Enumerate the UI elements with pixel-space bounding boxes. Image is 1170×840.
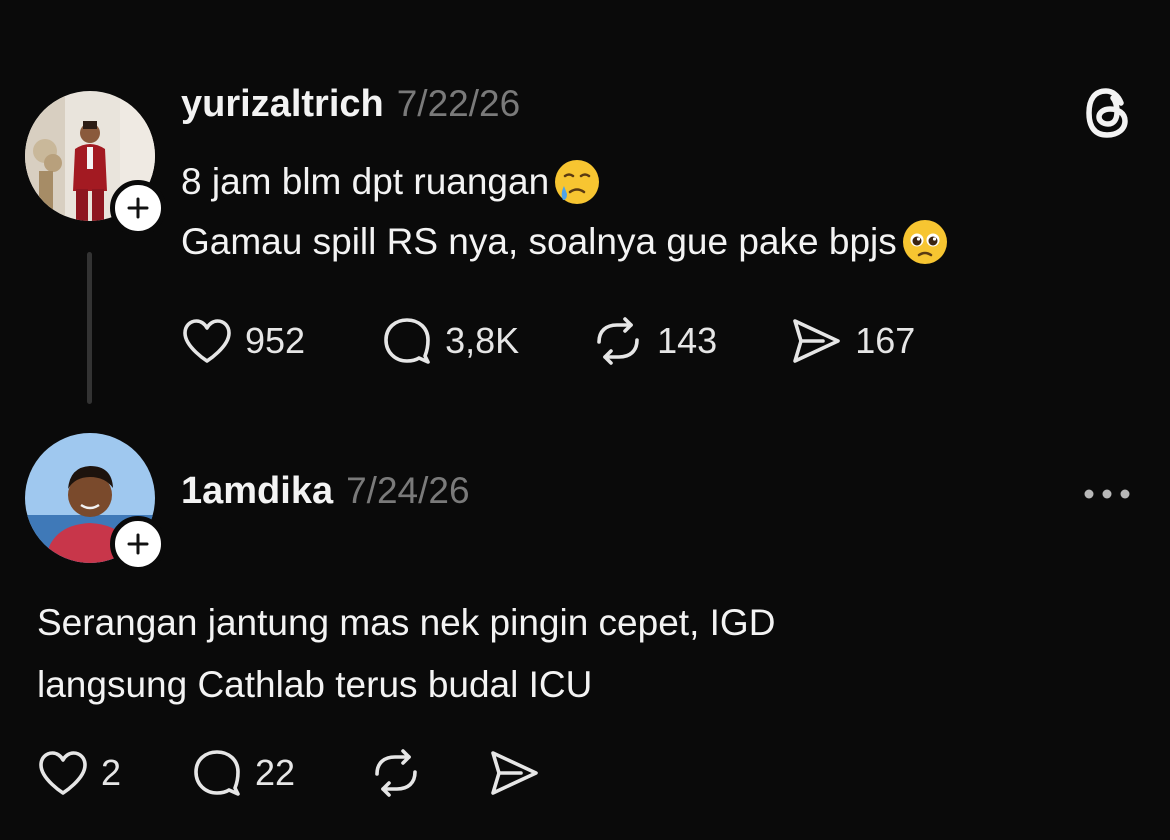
follow-button-yurizaltrich[interactable] [110,180,166,236]
repost-icon [375,749,417,797]
more-options-icon[interactable] [1083,487,1131,501]
like-button[interactable]: 952 [181,317,305,365]
reply-share-button[interactable] [487,749,541,797]
reply-like-count: 2 [101,752,122,793]
heart-icon [39,751,87,795]
reply-repost-button[interactable] [369,748,423,798]
reply-body-line-1: Serangan jantung mas nek pingin cepet, I… [37,602,776,643]
face-holding-back-tears-icon [555,160,600,204]
heart-icon [183,319,231,363]
comment-icon [384,318,430,364]
follow-button-1amdika[interactable] [110,516,166,572]
send-icon [793,319,841,363]
repost-icon [597,317,639,365]
post-body: 8 jam blm dpt ruangan Gamau spill RS nya… [181,152,951,272]
reply-reply-count: 22 [255,752,296,793]
share-count: 167 [855,320,916,361]
send-icon [491,751,538,795]
pleading-face-icon [902,220,947,264]
reply-like-button[interactable]: 2 [37,749,121,797]
post-body-line-1: 8 jam blm dpt ruangan [181,161,550,202]
repost-count: 143 [657,320,718,361]
reply-button[interactable]: 3,8K [381,316,519,366]
reply-body-line-2: langsung Cathlab terus budal ICU [37,664,593,705]
comment-icon [194,750,240,796]
share-button[interactable]: 167 [789,317,915,365]
post-username[interactable]: yurizaltrich [181,83,384,126]
post-header: yurizaltrich 7/22/26 [181,83,520,126]
repost-button[interactable]: 143 [591,316,717,366]
reply-count: 3,8K [445,320,520,361]
threads-logo-icon[interactable] [1083,86,1133,140]
reply-reply-button[interactable]: 22 [191,748,295,798]
plus-icon [127,197,149,219]
reply-username[interactable]: 1amdika [181,470,333,513]
thread-connector-line [87,252,92,404]
post-body-line-2: Gamau spill RS nya, soalnya gue pake bpj… [181,221,897,262]
reply-body: Serangan jantung mas nek pingin cepet, I… [37,592,775,716]
plus-icon [127,533,149,555]
reply-timestamp[interactable]: 7/24/26 [346,470,469,512]
post-timestamp[interactable]: 7/22/26 [397,83,520,125]
post-actions: 952 3,8K 143 167 [181,316,915,366]
like-count: 952 [245,320,306,361]
reply-header: 1amdika 7/24/26 [181,470,470,513]
reply-actions: 2 22 [37,748,541,798]
